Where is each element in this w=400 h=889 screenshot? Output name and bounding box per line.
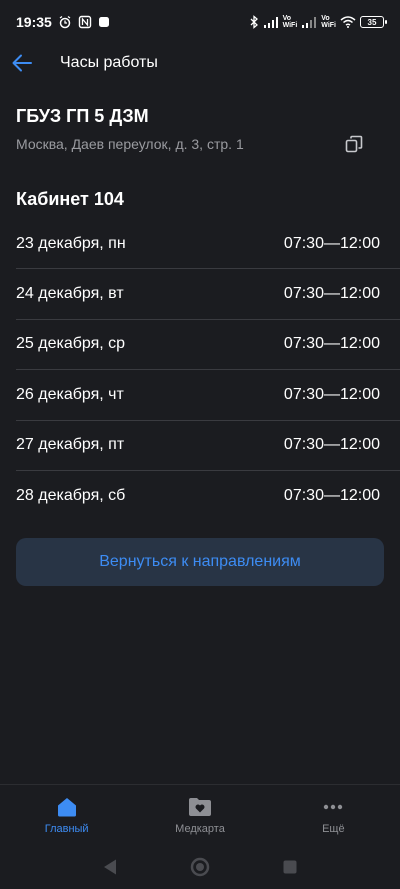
triangle-back-icon (104, 859, 116, 874)
schedule-day: 28 декабря, сб (16, 487, 126, 505)
vowifi-badge-1: Vo WiFi (282, 15, 298, 29)
copy-address-button[interactable] (340, 130, 368, 158)
organization-address: Москва, Даев переулок, д. 3, стр. 1 (16, 136, 244, 152)
schedule-time: 07:30—12:00 (283, 285, 380, 303)
notification-icon (98, 16, 110, 28)
system-home-button[interactable] (190, 857, 210, 877)
schedule-day: 24 декабря, вт (16, 285, 124, 303)
schedule-day: 23 декабря, пн (16, 234, 126, 252)
app-bar: Часы работы (0, 44, 400, 82)
medcard-icon (188, 797, 211, 816)
vowifi-badge-2: Vo WiFi (321, 15, 336, 29)
alarm-icon (58, 15, 72, 29)
schedule-time: 07:30—12:00 (283, 335, 380, 353)
home-icon (57, 797, 76, 816)
schedule-list: 23 декабря, пн 07:30—12:00 24 декабря, в… (0, 219, 400, 521)
system-back-button[interactable] (102, 858, 118, 876)
nav-label-home: Главный (44, 822, 89, 835)
battery-icon: 35 (360, 16, 387, 28)
schedule-row: 23 декабря, пн 07:30—12:00 (16, 219, 400, 270)
schedule-row: 26 декабря, чт 07:30—12:00 (16, 370, 400, 421)
copy-icon (345, 135, 363, 153)
status-time: 19:35 (16, 14, 52, 30)
more-icon (324, 804, 343, 809)
bluetooth-icon (249, 15, 259, 29)
schedule-time: 07:30—12:00 (283, 234, 380, 252)
status-left: 19:35 (16, 14, 110, 30)
schedule-time: 07:30—12:00 (283, 385, 380, 403)
nav-item-more[interactable]: Ещё (267, 785, 400, 844)
schedule-day: 26 декабря, чт (16, 385, 124, 403)
schedule-time: 07:30—12:00 (283, 487, 380, 505)
schedule-row: 25 декабря, ср 07:30—12:00 (16, 320, 400, 371)
system-navigation-bar (0, 844, 400, 889)
screen: 19:35 Vo WiFi Vo WiFi 35 Часы работы ГБУ… (0, 0, 400, 889)
nav-item-medcard[interactable]: Медкарта (133, 785, 266, 844)
schedule-row: 28 декабря, сб 07:30—12:00 (16, 471, 400, 521)
organization-name: ГБУЗ ГП 5 ДЗМ (16, 106, 149, 126)
return-to-referrals-button[interactable]: Вернуться к направлениям (16, 538, 384, 586)
nfc-icon (78, 15, 92, 29)
schedule-day: 27 декабря, пт (16, 436, 125, 454)
status-bar: 19:35 Vo WiFi Vo WiFi 35 (0, 0, 400, 44)
wifi-icon (340, 16, 356, 28)
back-button[interactable] (0, 44, 44, 82)
system-recents-button[interactable] (282, 859, 298, 875)
nav-item-home[interactable]: Главный (0, 785, 133, 844)
schedule-row: 27 декабря, пт 07:30—12:00 (16, 421, 400, 471)
nav-label-medcard: Медкарта (175, 822, 225, 835)
schedule-day: 25 декабря, ср (16, 335, 126, 353)
signal-icon-2 (301, 16, 317, 28)
bottom-navigation: Главный Медкарта Ещё (0, 784, 400, 844)
status-right: Vo WiFi Vo WiFi 35 (249, 15, 387, 29)
square-recents-icon (283, 860, 297, 873)
nav-label-more: Ещё (322, 822, 345, 835)
schedule-row: 24 декабря, вт 07:30—12:00 (16, 269, 400, 320)
signal-icon-1 (263, 16, 279, 28)
arrow-left-icon (12, 54, 32, 72)
page-title: Часы работы (60, 54, 158, 71)
cabinet-title: Кабинет 104 (16, 189, 124, 209)
schedule-time: 07:30—12:00 (283, 436, 380, 454)
circle-home-icon (190, 857, 210, 876)
